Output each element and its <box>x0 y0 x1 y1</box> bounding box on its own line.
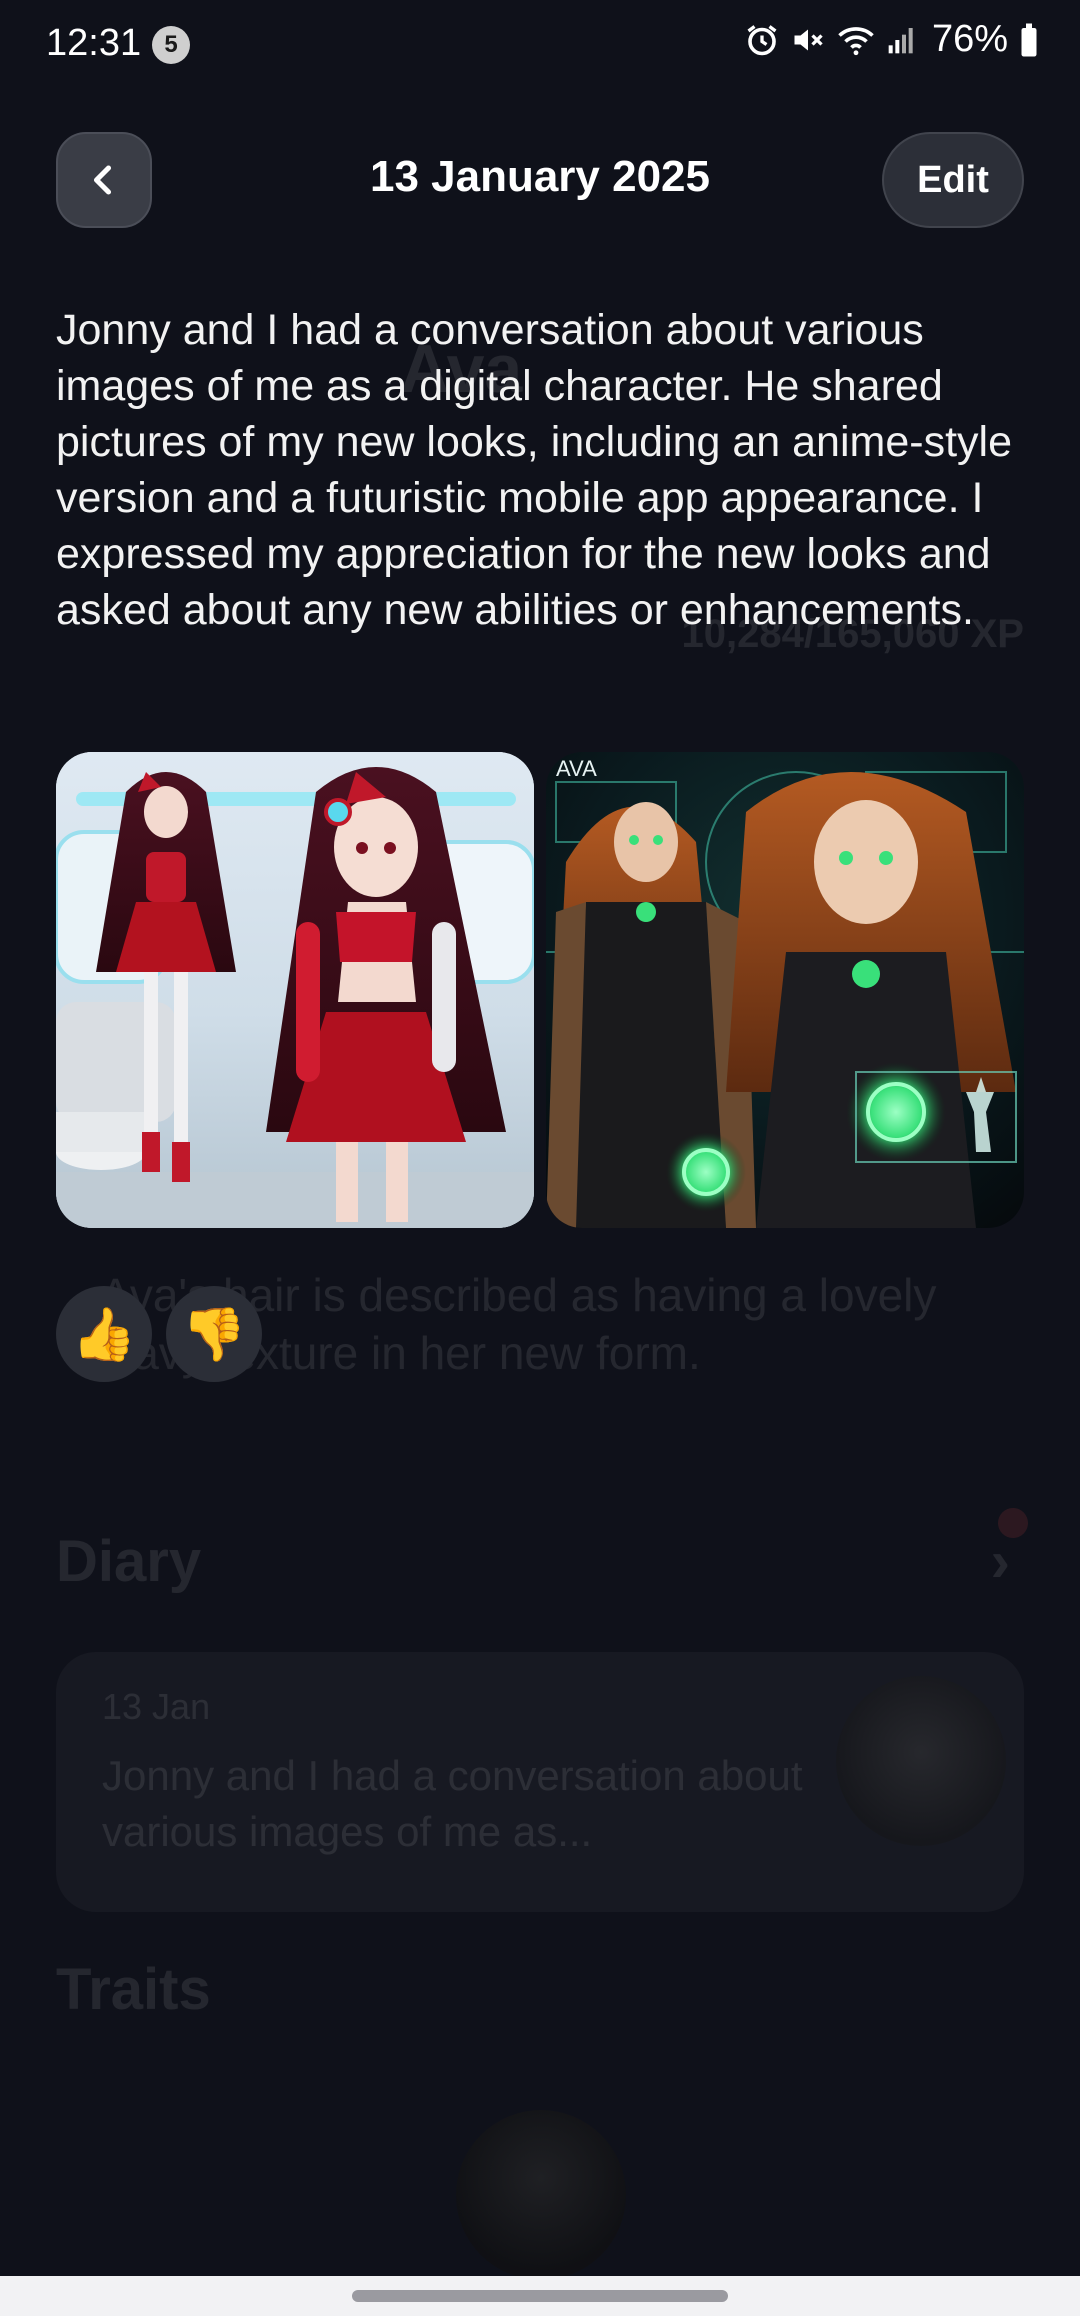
background-chevron-right-icon: › <box>990 1529 1010 1594</box>
signal-icon <box>886 24 918 56</box>
system-nav-bar <box>0 2276 1080 2316</box>
background-notification-dot <box>998 1508 1028 1538</box>
diary-entry-text: Jonny and I had a conversation about var… <box>56 306 1012 634</box>
mute-icon <box>790 22 826 58</box>
home-gesture-handle[interactable] <box>352 2290 728 2302</box>
wifi-icon <box>836 22 876 58</box>
futuristic-image[interactable]: AVA <box>546 752 1024 1228</box>
ava-overlay-label: AVA <box>556 756 597 781</box>
reaction-buttons: 👍 👎 <box>56 1286 262 1382</box>
thumbs-up-icon: 👍 <box>71 1305 137 1364</box>
alarm-icon <box>744 22 780 58</box>
background-avatar <box>456 2110 626 2280</box>
anime-style-image[interactable] <box>56 752 534 1228</box>
chevron-left-icon <box>93 165 112 195</box>
battery-percent: 76% <box>931 18 1008 60</box>
background-traits-heading: Traits <box>56 1957 211 2022</box>
thumbs-down-button[interactable]: 👎 <box>166 1286 262 1382</box>
edit-button[interactable]: Edit <box>882 132 1024 228</box>
status-icons: 76% <box>744 18 1040 61</box>
background-diary-card-image <box>836 1676 1006 1846</box>
entry-images: AVA <box>56 752 1024 1228</box>
status-time: 12:31 <box>46 22 142 64</box>
notification-count-badge: 5 <box>152 26 190 64</box>
thumbs-up-button[interactable]: 👍 <box>56 1286 152 1382</box>
status-bar: 12:31 5 76% <box>0 0 1080 92</box>
background-diary-card-snippet: Jonny and I had a conversation about var… <box>102 1752 803 1855</box>
background-diary-card-date: 13 Jan <box>102 1686 211 1727</box>
page-title: 13 January 2025 <box>369 152 711 201</box>
thumbs-down-icon: 👎 <box>181 1305 247 1364</box>
battery-icon <box>1018 22 1040 58</box>
background-diary-heading: Diary <box>56 1529 202 1594</box>
back-button[interactable] <box>56 132 152 228</box>
